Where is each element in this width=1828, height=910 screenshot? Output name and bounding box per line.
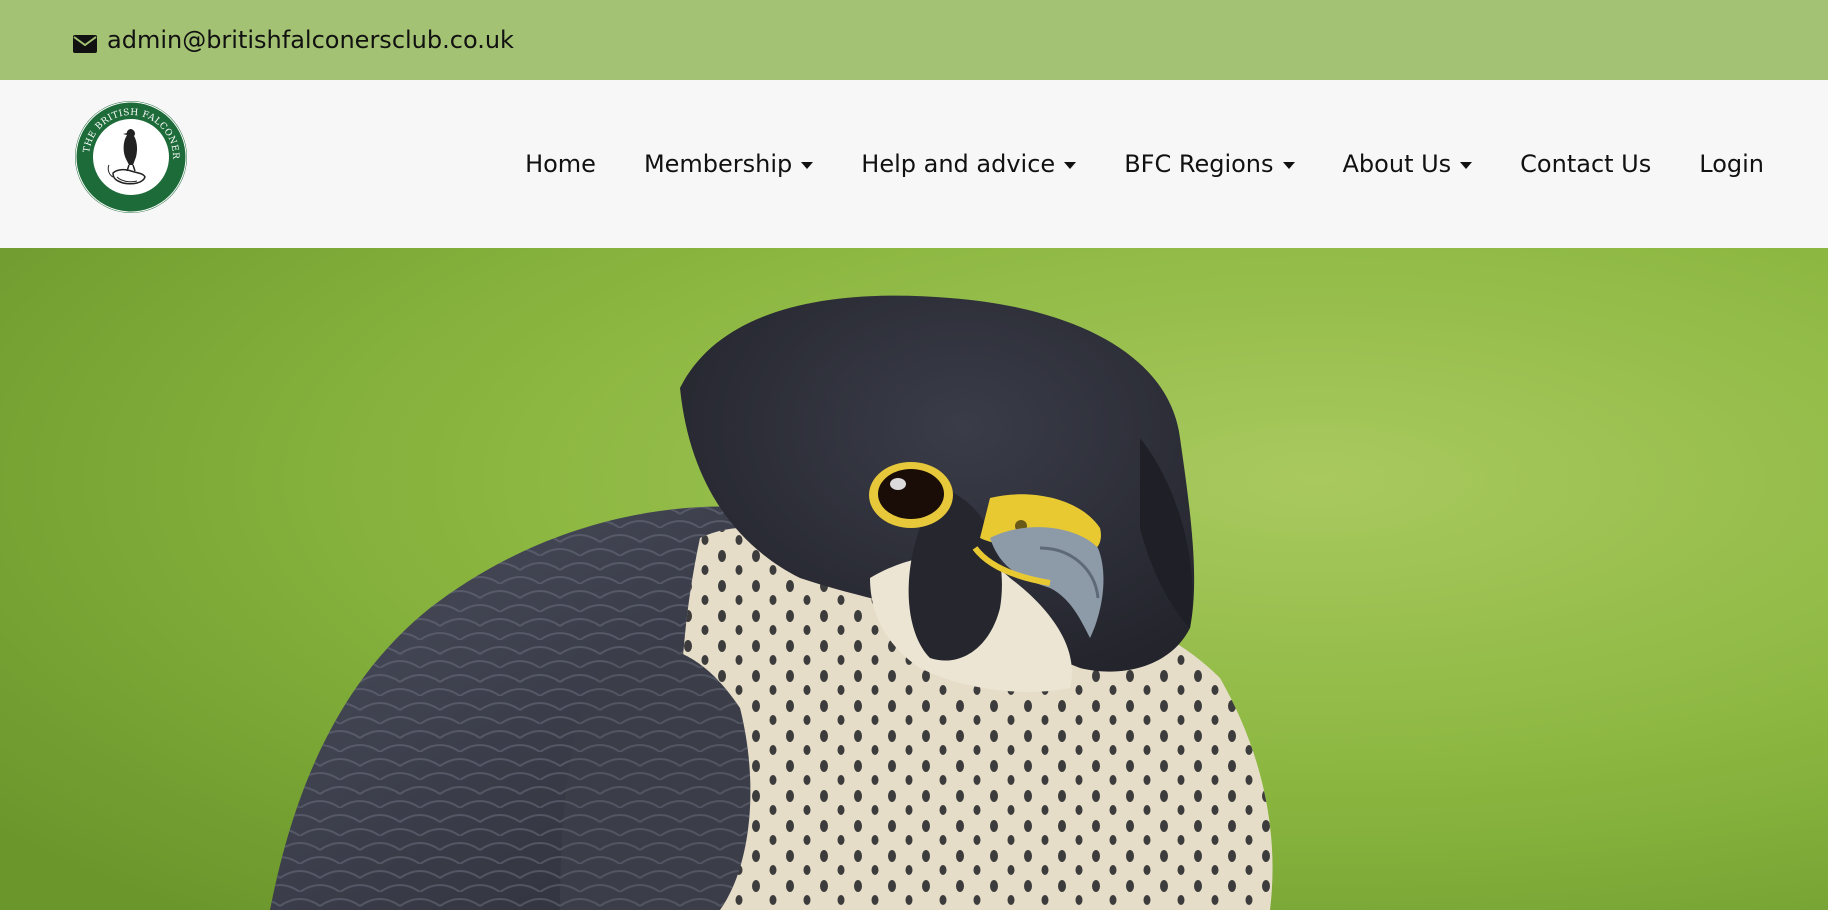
envelope-icon <box>73 31 97 53</box>
email-link[interactable]: admin@britishfalconersclub.co.uk <box>73 26 514 54</box>
nav-item-label: About Us <box>1342 150 1452 178</box>
nav-item-label: Login <box>1699 150 1764 178</box>
nav-item-login[interactable]: Login <box>1699 150 1764 178</box>
nav-item-bfc-regions[interactable]: BFC Regions <box>1124 150 1295 178</box>
caret-down-icon <box>801 162 814 169</box>
nav-item-label: Help and advice <box>861 150 1056 178</box>
nav-item-contact-us[interactable]: Contact Us <box>1520 150 1651 178</box>
hero-banner <box>0 248 1828 910</box>
nav-item-label: Membership <box>643 150 793 178</box>
nav-item-label: BFC Regions <box>1124 150 1274 178</box>
main-navbar: THE BRITISH FALCONERS' CLUB Founded 1927… <box>0 80 1828 248</box>
caret-down-icon <box>1460 162 1473 169</box>
peregrine-falcon-photo <box>0 248 1828 910</box>
caret-down-icon <box>1064 162 1077 169</box>
main-menu: Home Membership Help and advice BFC Regi… <box>525 80 1764 248</box>
club-logo[interactable]: THE BRITISH FALCONERS' CLUB Founded 1927 <box>69 92 189 215</box>
nav-item-label: Home <box>525 150 596 178</box>
nav-item-membership[interactable]: Membership <box>643 150 814 178</box>
caret-down-icon <box>1282 162 1295 169</box>
email-address: admin@britishfalconersclub.co.uk <box>107 26 514 54</box>
nav-item-home[interactable]: Home <box>525 150 596 178</box>
nav-item-help-and-advice[interactable]: Help and advice <box>861 150 1077 178</box>
nav-item-about-us[interactable]: About Us <box>1343 150 1473 178</box>
top-contact-bar: admin@britishfalconersclub.co.uk <box>0 0 1828 80</box>
nav-item-label: Contact Us <box>1520 150 1652 178</box>
